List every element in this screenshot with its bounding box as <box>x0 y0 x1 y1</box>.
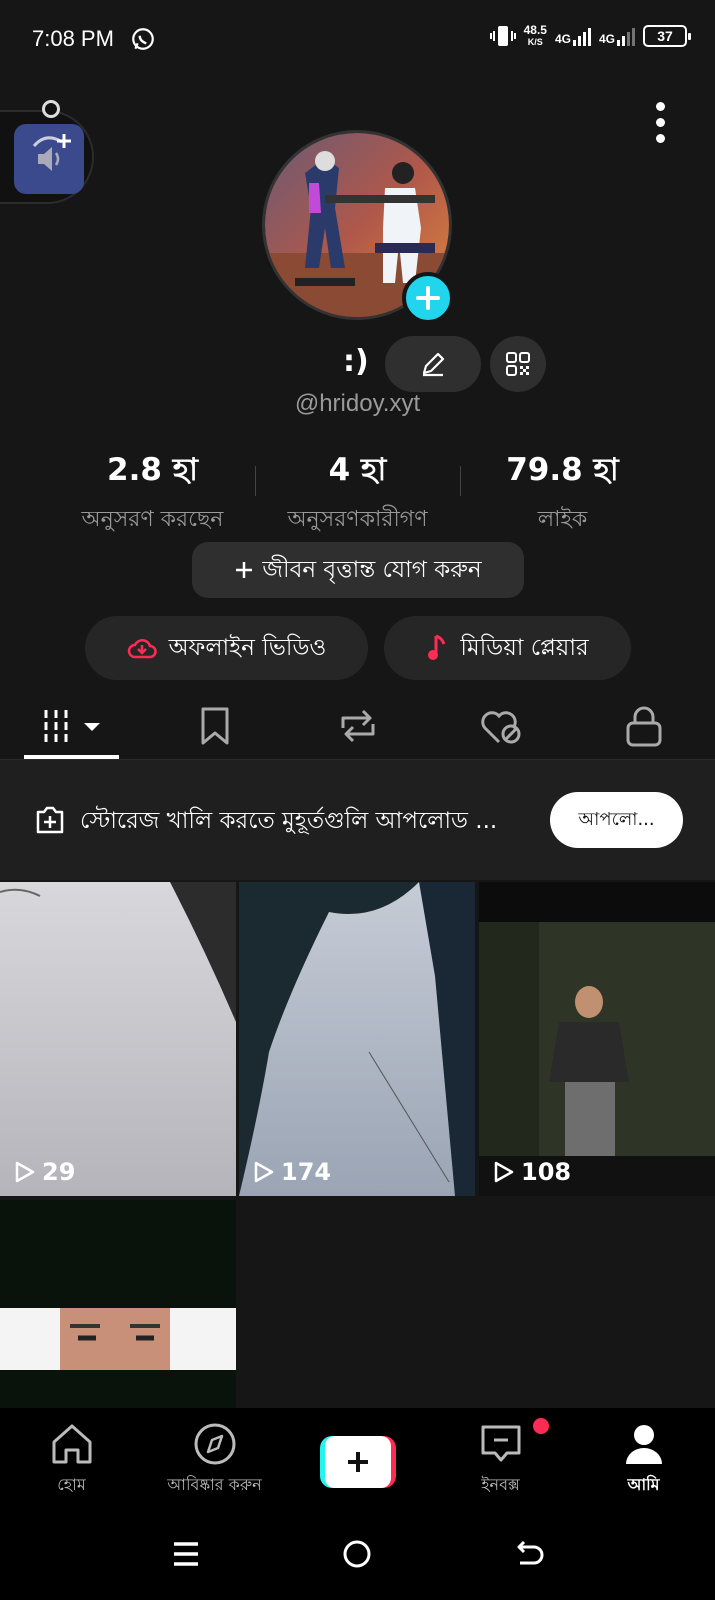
volume-icon[interactable] <box>14 124 84 194</box>
plus-icon <box>416 286 440 310</box>
battery-icon: 37 <box>643 25 691 47</box>
signal-1: 4G <box>555 26 591 46</box>
home-circle-icon[interactable] <box>342 1539 372 1569</box>
system-navigation-bar <box>0 1508 715 1600</box>
status-time: 7:08 PM <box>32 26 114 51</box>
signal-2: 4G <box>599 26 635 46</box>
home-icon <box>52 1424 91 1464</box>
play-icon <box>15 1161 35 1183</box>
more-options-icon[interactable] <box>653 102 667 144</box>
tab-reposts[interactable] <box>286 692 429 759</box>
plus-icon <box>347 1452 368 1472</box>
video-thumbnail[interactable]: 174 <box>239 882 475 1196</box>
following-stat[interactable]: 2.8 হা অনুসরণ করছেন <box>50 446 255 532</box>
tab-videos[interactable] <box>0 692 143 759</box>
tab-saved[interactable] <box>143 692 286 759</box>
profile-tabs <box>0 692 715 760</box>
edit-profile-button[interactable] <box>385 336 481 392</box>
video-thumbnail[interactable]: 29 <box>0 882 236 1196</box>
videos-grid-icon <box>44 709 100 742</box>
nav-home[interactable]: হোম <box>0 1408 143 1508</box>
username: @hridoy.xyt <box>294 390 421 417</box>
qr-code-button[interactable] <box>490 336 546 392</box>
tab-liked[interactable] <box>429 692 572 759</box>
tab-private[interactable] <box>572 692 715 759</box>
nav-discover[interactable]: আবিষ্কার করুন <box>143 1408 286 1508</box>
nav-create[interactable] <box>286 1408 429 1508</box>
back-icon[interactable] <box>514 1539 544 1569</box>
vibrate-icon <box>489 26 516 46</box>
play-icon <box>494 1161 514 1183</box>
upload-banner-text: স্টোরেজ খালি করতে মুহূর্তগুলি আপলোড ... <box>80 808 498 834</box>
pencil-icon <box>422 352 445 377</box>
profile-stats: 2.8 হা অনুসরণ করছেন 4 হা অনুসরণকারীগণ 79… <box>50 446 665 532</box>
network-speed: 48.5 K/S <box>523 23 547 47</box>
lock-icon <box>626 706 661 746</box>
bookmark-icon <box>201 707 228 744</box>
nav-profile[interactable]: আমি <box>572 1408 715 1508</box>
add-bio-button[interactable]: জীবন বৃত্তান্ত যোগ করুন <box>192 542 524 598</box>
repost-icon <box>341 709 374 742</box>
whatsapp-icon <box>132 28 154 50</box>
notification-badge <box>533 1418 549 1434</box>
liked-hidden-icon <box>480 710 520 743</box>
profile-icon <box>625 1425 662 1464</box>
status-bar: 7:08 PM 48.5 K/S 4G 4G 37 <box>0 0 715 80</box>
floating-volume-widget[interactable] <box>0 100 94 204</box>
view-count: 108 <box>493 1158 571 1186</box>
inbox-icon <box>481 1425 520 1462</box>
video-thumbnail[interactable]: 108 <box>479 882 715 1196</box>
nickname: :) <box>343 344 369 379</box>
likes-stat[interactable]: 79.8 হা লাইক <box>460 446 665 532</box>
video-thumbnail[interactable] <box>0 1200 236 1408</box>
nav-inbox[interactable]: ইনবক্স <box>429 1408 572 1508</box>
followers-stat[interactable]: 4 হা অনুসরণকারীগণ <box>255 446 460 532</box>
status-right: 48.5 K/S 4G 4G 37 <box>489 23 691 48</box>
media-player-button[interactable]: মিডিয়া প্লেয়ার <box>384 616 631 680</box>
cloud-download-icon <box>127 639 157 659</box>
upload-button[interactable]: আপলো... <box>550 792 683 848</box>
qr-code-icon <box>506 352 530 376</box>
add-avatar-button[interactable] <box>402 272 454 324</box>
plus-icon <box>236 562 253 578</box>
music-note-icon <box>428 634 446 660</box>
play-icon <box>254 1161 274 1183</box>
pin-icon <box>42 100 60 118</box>
view-count: 174 <box>253 1158 331 1186</box>
upload-banner: স্টোরেজ খালি করতে মুহূর্তগুলি আপলোড ... … <box>0 760 715 880</box>
add-moment-icon <box>36 806 64 834</box>
view-count: 29 <box>14 1158 75 1186</box>
compass-icon <box>194 1423 235 1465</box>
recent-apps-icon[interactable] <box>171 1539 201 1569</box>
bottom-navigation: হোম আবিষ্কার করুন ইনবক্স আমি <box>0 1408 715 1508</box>
offline-video-button[interactable]: অফলাইন ভিডিও <box>85 616 368 680</box>
